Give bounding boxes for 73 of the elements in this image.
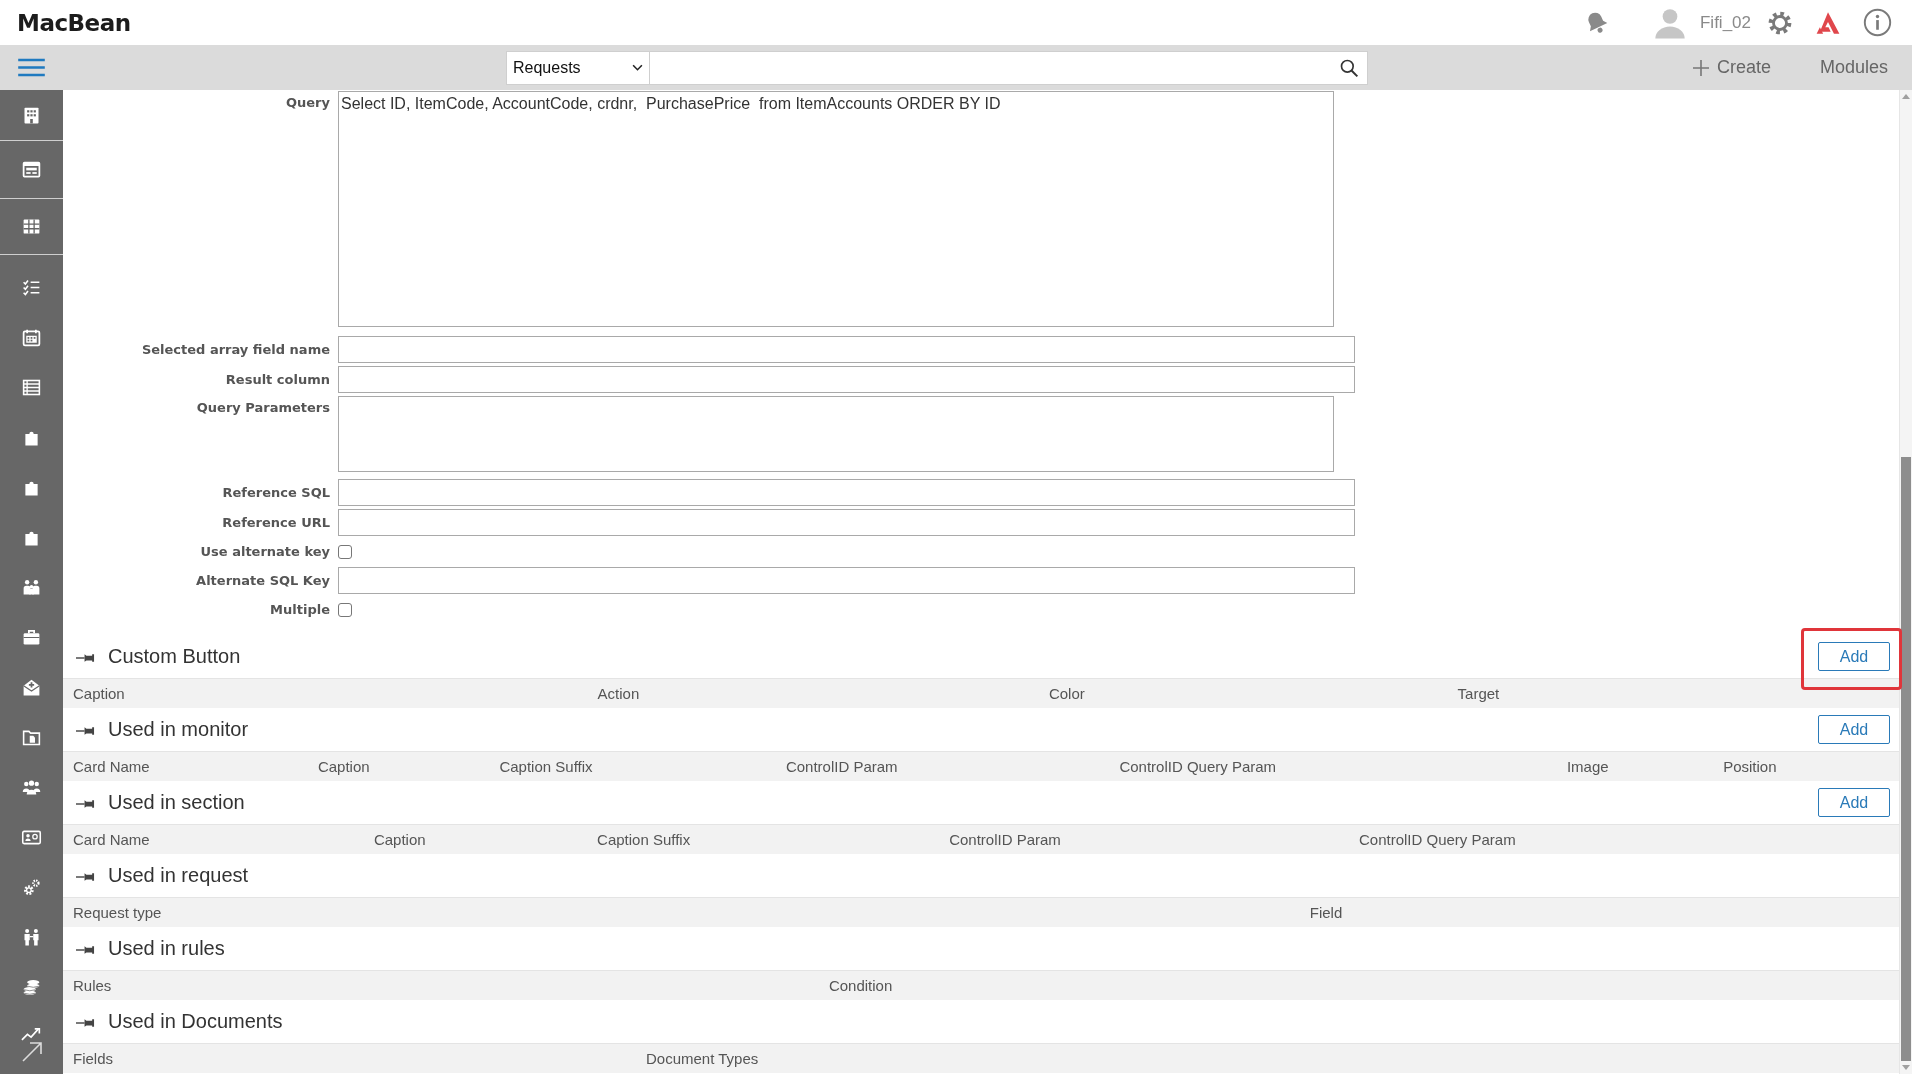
column-header: Caption [307,751,490,781]
section-title: Custom Button [108,645,241,668]
field-label: Use alternate key [200,544,330,559]
column-header: Position [1713,751,1899,781]
info-icon[interactable] [1863,8,1892,37]
column-header: Color [1038,678,1448,708]
pin-icon[interactable] [76,799,95,809]
modules-link[interactable]: Modules [1819,57,1888,78]
input-field[interactable] [338,479,1355,506]
pin-icon[interactable] [76,726,95,736]
field-label: Selected array field name [141,342,330,357]
textarea-field[interactable] [338,396,1334,472]
column-header: Field [1299,897,1899,927]
pin-icon[interactable] [76,1018,95,1028]
field-label: Query Parameters [196,399,330,415]
section-title: Used in Documents [108,1010,283,1033]
column-header: ControlID Query Param [1349,824,1899,854]
chart-icon[interactable] [20,1026,43,1041]
input-field[interactable] [338,509,1355,536]
pin-icon[interactable] [76,945,95,955]
field-label: Reference SQL [222,485,330,500]
column-header: Caption Suffix [489,751,776,781]
section-title: Used in request [108,864,249,887]
create-button[interactable]: Create [1692,57,1771,78]
section-title: Used in section [108,791,245,814]
column-header: Rules [63,970,819,1000]
plus-icon [1692,59,1709,76]
gears-icon[interactable] [21,876,42,898]
query-editor[interactable]: Select ID, ItemCode, AccountCode, crdnr, PurchasePrice from ItemAccounts ORDER BY ID [338,91,1334,327]
input-field[interactable] [338,366,1355,393]
column-header: Fields [63,1043,636,1073]
menu-icon[interactable] [18,58,45,77]
input-field[interactable] [338,567,1355,594]
column-header: ControlID Param [775,751,1110,781]
checkbox[interactable] [338,544,352,559]
username[interactable]: Fifi_02 [1699,12,1751,33]
window-icon[interactable] [21,159,42,180]
module-select[interactable]: Requests [506,50,650,85]
input-field[interactable] [338,336,1355,363]
add-button[interactable]: Add [1818,642,1890,671]
column-header: ControlID Query Param [1109,751,1557,781]
column-header: Document Types [636,1043,1899,1073]
checkbox[interactable] [338,602,352,617]
field-label: Result column [225,372,330,387]
column-header: Action [587,678,1039,708]
column-header: Caption [63,678,588,708]
settings-icon[interactable] [1767,9,1793,36]
field-label: Alternate SQL Key [196,573,330,588]
field-label: Query [286,94,330,110]
column-header: Caption Suffix [587,824,940,854]
add-button[interactable]: Add [1818,788,1890,817]
column-header: ControlID Param [939,824,1349,854]
column-header: Card Name [63,824,364,854]
scrollbar[interactable] [1899,90,1912,1074]
pin-icon[interactable] [76,653,95,663]
scrollbar-thumb[interactable] [1901,457,1911,1061]
column-header: Condition [818,970,1899,1000]
section-title: Used in monitor [108,718,249,741]
logo-text: MacBean [17,9,131,36]
column-header: Target [1447,678,1899,708]
pin-icon[interactable] [76,872,95,882]
column-header: Request type [63,897,1300,927]
field-label: Reference URL [222,515,330,530]
search-icon[interactable] [1339,57,1359,78]
search-field[interactable] [650,50,1368,85]
column-header: Image [1556,751,1714,781]
arrow-icon[interactable] [21,1042,42,1062]
section-title: Used in rules [108,937,225,960]
add-button[interactable]: Add [1818,715,1890,744]
column-header: Card Name [63,751,308,781]
caret-icon [632,64,643,71]
column-header: Caption [363,824,588,854]
field-label: Multiple [270,602,330,617]
